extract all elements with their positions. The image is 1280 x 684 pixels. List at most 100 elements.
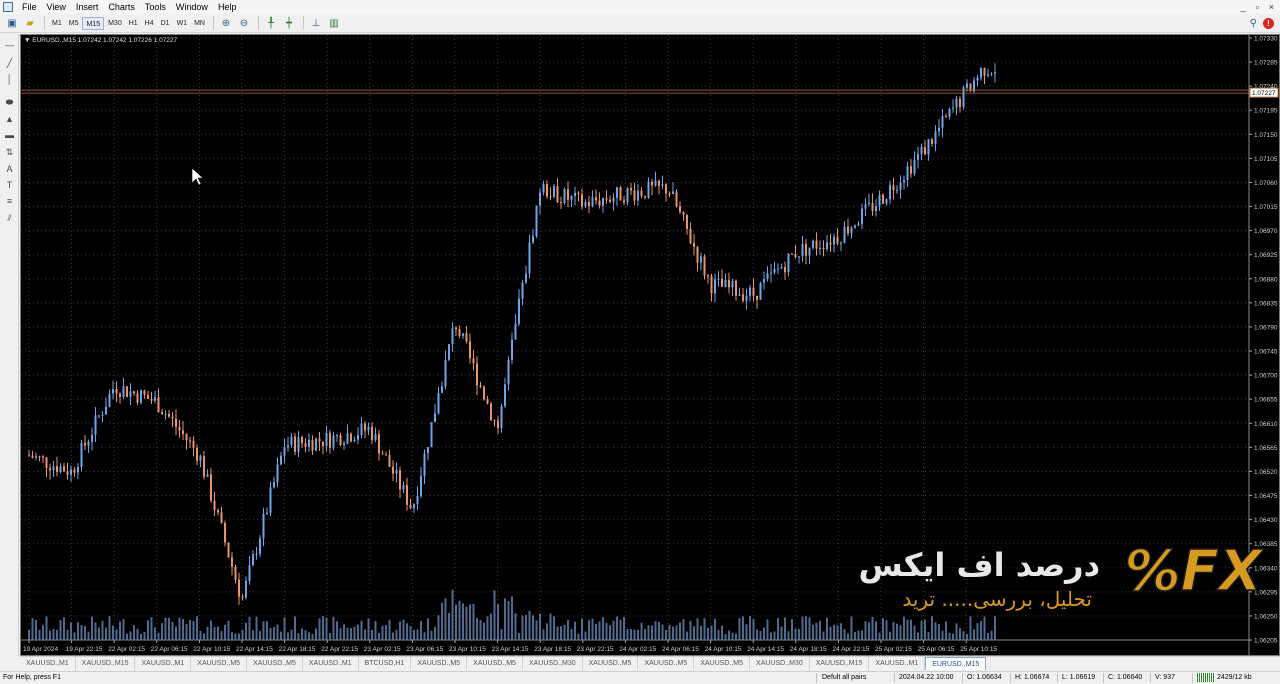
candle-body [189, 440, 191, 442]
ellipse-icon[interactable]: ⬬ [0, 95, 19, 109]
volume-bar [745, 624, 748, 640]
price-chart[interactable]: 1.073301.072851.072401.071951.071501.071… [21, 35, 1279, 655]
crosshair-icon[interactable]: — [0, 38, 19, 52]
volume-bar [476, 617, 478, 640]
chart-shift-icon[interactable]: ⊥ [308, 16, 324, 31]
status-profile[interactable]: Defult all pairs [822, 672, 866, 684]
chart-tab[interactable]: XAUUSD.,M5 [638, 657, 695, 670]
candle-body [637, 190, 639, 201]
timeframe-mn[interactable]: MN [191, 17, 208, 30]
volume-bar [427, 618, 429, 640]
timeframe-m30[interactable]: M30 [105, 17, 125, 30]
menu-window[interactable]: Window [171, 0, 213, 14]
channel-icon[interactable]: ⫽ [0, 211, 19, 225]
volume-bar [955, 623, 958, 640]
timeframe-h4[interactable]: H4 [142, 17, 157, 30]
candle-body [532, 236, 534, 243]
price-label: 1.06970 [1254, 228, 1278, 235]
menu-file[interactable]: File [17, 0, 42, 14]
restore-button[interactable]: ▫ [1256, 2, 1259, 12]
volume-bar [672, 626, 674, 640]
timeframe-m15[interactable]: M15 [82, 16, 105, 30]
menu-charts[interactable]: Charts [103, 0, 140, 14]
volume-bar [304, 630, 307, 640]
chart-tab[interactable]: XAUUSD.,M5 [694, 657, 751, 670]
volume-bar [101, 620, 104, 640]
chart-tab[interactable]: XAUUSD.,M1 [135, 657, 192, 670]
profiles-icon[interactable]: ▰ [22, 16, 38, 31]
candle-body [28, 455, 30, 457]
candle-body [805, 243, 807, 256]
new-chart-icon[interactable]: ▣ [4, 16, 20, 31]
fibonacci-icon[interactable]: ≡ [0, 194, 19, 208]
volume-bar [259, 631, 261, 640]
timeframe-w1[interactable]: W1 [174, 17, 191, 30]
volume-bar [206, 626, 209, 640]
autoscroll-icon[interactable]: ▥ [326, 16, 342, 31]
chart-tab[interactable]: XAUUSD.,M1 [869, 657, 926, 670]
candle-body [896, 189, 898, 191]
chart-tab[interactable]: BTCUSD,H1 [359, 657, 412, 670]
text-label-icon[interactable]: T [0, 178, 19, 192]
zoom-in-icon[interactable]: ⊕ [218, 16, 234, 31]
menu-insert[interactable]: Insert [71, 0, 104, 14]
timeframe-d1[interactable]: D1 [158, 17, 173, 30]
volume-bar [605, 622, 608, 640]
menu-help[interactable]: Help [213, 0, 242, 14]
chart-tab[interactable]: XAUUSD.,M5 [583, 657, 639, 670]
chart-header: ▼ EURUSD.,M15 1.07242 1.07242 1.07226 1.… [24, 37, 178, 44]
menu-tools[interactable]: Tools [140, 0, 171, 14]
arrows-icon[interactable]: ⇅ [0, 145, 19, 159]
volume-bar [318, 618, 321, 640]
rectangle-icon[interactable]: ▬ [0, 128, 19, 142]
candle-body [157, 397, 160, 412]
chart-tab[interactable]: XAUUSD.,M30 [750, 657, 810, 670]
candle-body [357, 435, 359, 440]
candle-body [854, 225, 856, 228]
chart-tab[interactable]: XAUUSD.,M15 [810, 657, 870, 670]
trendline-icon[interactable]: ╱ [0, 56, 19, 70]
chart-tab[interactable]: XAUUSD.,M1 [20, 657, 76, 670]
chart-tab[interactable]: XAUUSD.,M1 [303, 657, 359, 670]
close-button[interactable]: × [1269, 2, 1274, 12]
volume-bar [714, 618, 716, 640]
text-icon[interactable]: A [0, 162, 19, 176]
chart-window[interactable]: 1.07330 1.07285 1.07240 1.07195 1.07150 1.071… [20, 34, 1280, 656]
zoom-out-icon[interactable]: ⊖ [236, 16, 252, 31]
timeframe-m5[interactable]: M5 [66, 17, 82, 30]
chart-tab[interactable]: XAUUSD.,M5 [247, 657, 303, 670]
volume-bar [819, 620, 821, 640]
candle-body [304, 443, 307, 447]
volume-bar [913, 625, 916, 640]
candle-chart-icon[interactable]: ┿ [281, 16, 297, 31]
candle-body [976, 77, 979, 81]
time-label: 25 Apr 02:15 [875, 646, 912, 653]
volume-bar [696, 618, 699, 640]
menu-view[interactable]: View [42, 0, 71, 14]
volume-bar [52, 628, 55, 640]
volume-bar [644, 629, 646, 640]
candle-body [70, 469, 72, 475]
candle-body [696, 246, 699, 263]
candle-body [801, 243, 804, 257]
candle-body [273, 482, 275, 488]
volume-bar [707, 627, 709, 640]
timeframe-h1[interactable]: H1 [126, 17, 141, 30]
triangle-icon[interactable]: ▲ [0, 112, 19, 126]
candle-body [269, 487, 272, 513]
volume-bar [241, 629, 244, 640]
chart-tab[interactable]: XAUUSD.,M5 [467, 657, 523, 670]
vertical-line-icon[interactable]: │ [0, 72, 19, 86]
minimize-button[interactable]: _ [1241, 2, 1246, 12]
bar-chart-icon[interactable]: ╀ [263, 16, 279, 31]
chart-tab[interactable]: EURUSD.,M15 [925, 657, 987, 670]
timeframe-m1[interactable]: M1 [49, 17, 65, 30]
chart-tab[interactable]: XAUUSD.,M5 [411, 657, 468, 670]
alert-icon[interactable]: ! [1263, 17, 1274, 29]
chart-tab[interactable]: XAUUSD.,M5 [191, 657, 248, 670]
search-icon[interactable]: ⚲ [1250, 18, 1257, 29]
status-traffic: 2429/12 kb [1217, 674, 1252, 681]
chart-tab[interactable]: XAUUSD.,M30 [523, 657, 583, 670]
candle-body [231, 557, 233, 567]
chart-tab[interactable]: XAUUSD.,M15 [76, 657, 136, 670]
